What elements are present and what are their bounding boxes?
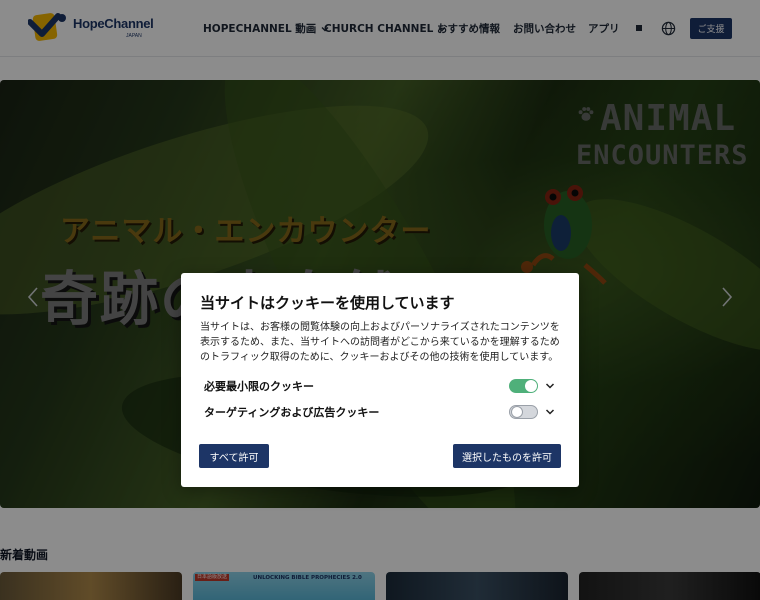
allow-selected-button[interactable]: 選択したものを許可 bbox=[453, 444, 561, 468]
cookie-option-necessary[interactable]: 必要最小限のクッキー bbox=[204, 377, 556, 395]
necessary-cookies-toggle[interactable] bbox=[509, 379, 538, 393]
cookie-option-label: ターゲティングおよび広告クッキー bbox=[204, 406, 380, 419]
cookie-option-targeting[interactable]: ターゲティングおよび広告クッキー bbox=[204, 403, 556, 421]
cookie-modal-title: 当サイトはクッキーを使用しています bbox=[200, 294, 455, 312]
chevron-down-icon[interactable] bbox=[544, 406, 556, 418]
cookie-modal-description: 当サイトは、お客様の閲覧体験の向上およびパーソナライズされたコンテンツを表示する… bbox=[200, 322, 560, 363]
toggle-knob bbox=[525, 380, 537, 392]
allow-all-button[interactable]: すべて許可 bbox=[199, 444, 269, 468]
chevron-down-icon[interactable] bbox=[544, 380, 556, 392]
targeting-cookies-toggle[interactable] bbox=[509, 405, 538, 419]
cookie-option-label: 必要最小限のクッキー bbox=[204, 380, 314, 393]
cookie-consent-modal: 当サイトはクッキーを使用しています 当サイトは、お客様の閲覧体験の向上およびパー… bbox=[181, 273, 579, 487]
toggle-knob bbox=[511, 406, 523, 418]
